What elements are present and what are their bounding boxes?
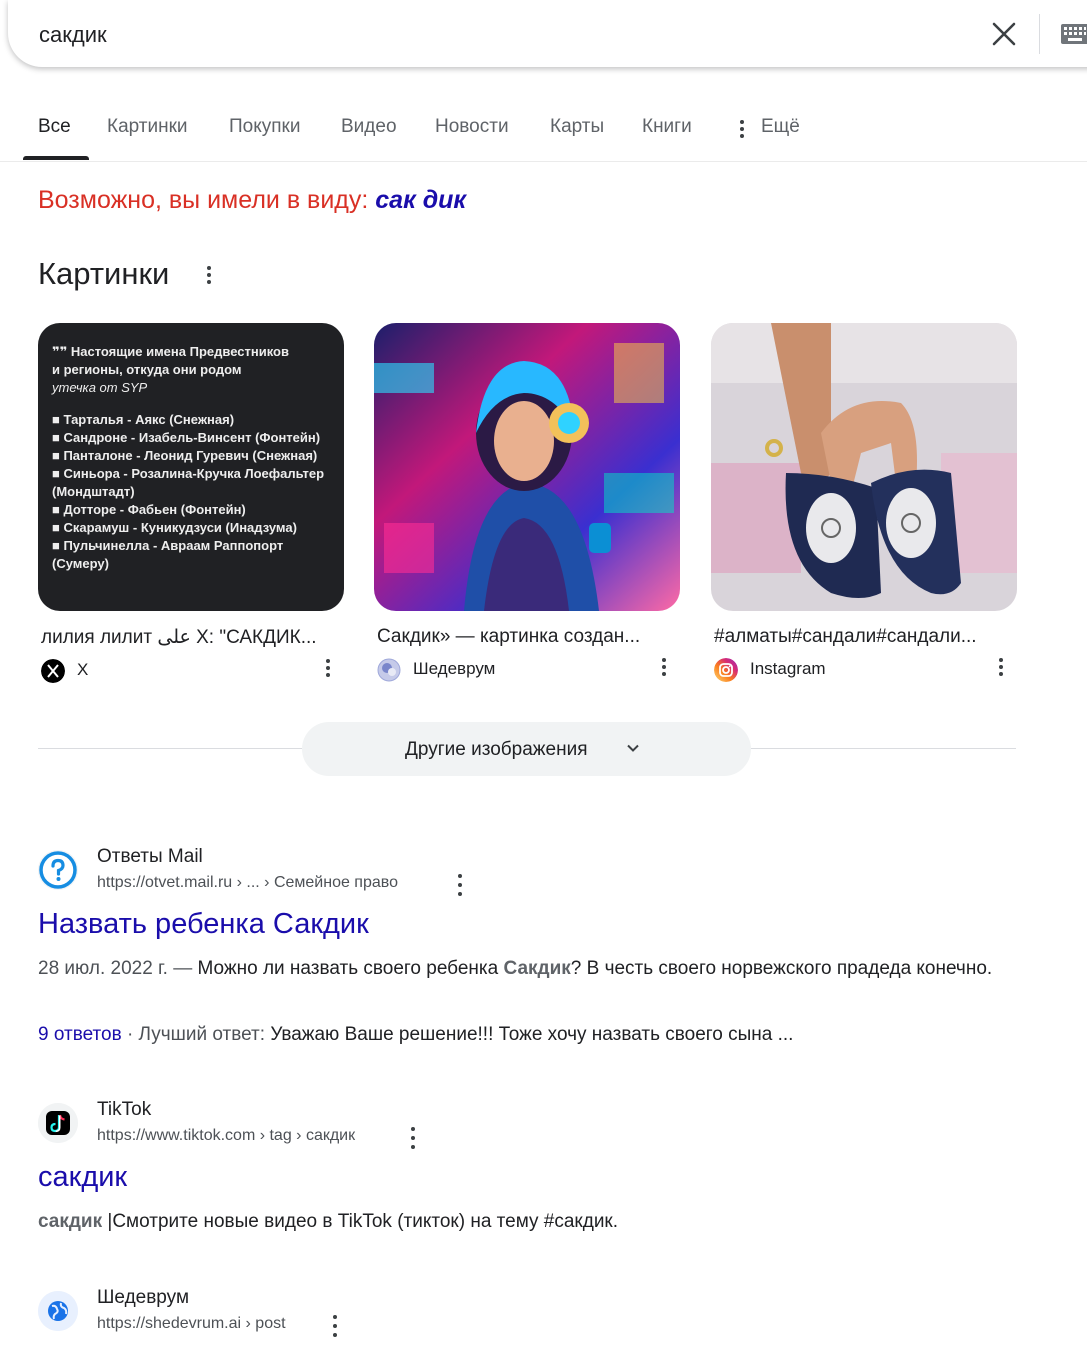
globe-icon	[38, 1291, 78, 1331]
result-url[interactable]: https://www.tiktok.com › tag › сакдик	[97, 1127, 355, 1145]
cyberpunk-girl-illustration	[374, 323, 680, 611]
images-heading: Картинки	[38, 256, 170, 291]
search-divider	[1039, 14, 1040, 54]
thumb-text-line: ■ Тарталья - Аякс (Снежная)	[52, 412, 235, 427]
source-label: Шедеврум	[413, 659, 496, 678]
more-vert-icon[interactable]	[409, 1127, 417, 1149]
active-tab-indicator	[23, 156, 89, 160]
instagram-logo-icon	[714, 658, 738, 682]
divider-left	[38, 748, 302, 749]
tiktok-logo-icon	[38, 1103, 78, 1143]
answers-link[interactable]: 9 ответов	[38, 1024, 122, 1045]
search-result: TikTok https://www.tiktok.com › tag › са…	[38, 1099, 1038, 1243]
tab-shopping[interactable]: Покупки	[229, 116, 300, 138]
search-result: Ответы Mail https://otvet.mail.ru › ... …	[38, 846, 1038, 1051]
result-title[interactable]: сакдик	[38, 1161, 127, 1194]
image-card-source: X	[38, 658, 344, 683]
chevron-down-icon	[627, 744, 639, 752]
divider-right	[751, 748, 1016, 749]
snippet-text: |Смотрите новые видео в TikTok (тикток) …	[102, 1211, 619, 1232]
result-site-name[interactable]: TikTok	[97, 1099, 151, 1121]
more-vert-icon[interactable]	[660, 658, 668, 676]
result-favicon	[38, 1291, 78, 1331]
result-url[interactable]: https://shedevrum.ai › post	[97, 1315, 286, 1333]
thumb-text-line: ■ Дотторе - Фабьен (Фонтейн)	[52, 502, 246, 517]
search-bar: сакдик	[8, 0, 1087, 67]
images-menu-icon[interactable]	[203, 266, 215, 284]
did-you-mean-prefix: Возможно, вы имели в виду:	[38, 186, 369, 214]
tab-video[interactable]: Видео	[341, 116, 397, 138]
result-site-name[interactable]: Шедеврум	[97, 1287, 189, 1309]
image-card-title[interactable]: #алматы#сандали#сандали...	[711, 626, 1010, 648]
tab-books[interactable]: Книги	[642, 116, 692, 138]
snippet-text: ? В честь своего норвежского прадеда кон…	[570, 958, 993, 979]
source-label: Instagram	[750, 659, 826, 678]
thumb-text-line: ■ Синьора - Розалина-Кручка Лоефальтер (…	[52, 466, 325, 499]
shedevrum-logo-icon	[377, 658, 401, 682]
tab-news[interactable]: Новости	[435, 116, 509, 138]
did-you-mean-suggestion[interactable]: сак дик	[375, 186, 466, 214]
tab-more[interactable]: Ещё	[761, 116, 800, 138]
result-answers: 9 ответов · Лучший ответ: Уважаю Ваше ре…	[38, 1018, 1028, 1051]
more-vert-icon	[740, 120, 744, 138]
image-card-source: Instagram	[711, 657, 1017, 682]
keyboard-icon	[1061, 24, 1087, 44]
result-favicon	[38, 1103, 78, 1143]
thumb-text-line: ■ Скарамуш - Куникудзуси (Инадзума)	[52, 520, 297, 535]
more-vert-icon[interactable]	[331, 1315, 339, 1337]
image-card-2: Сакдик» — картинка создан... Шедеврум	[374, 323, 680, 682]
tab-all[interactable]: Все	[38, 116, 71, 138]
image-card-3: #алматы#сандали#сандали... Instagram	[711, 323, 1017, 682]
snippet-text: Можно ли назвать своего ребенка	[197, 958, 504, 979]
image-card-1: ❞❞ Настоящие имена Предвестников и регио…	[38, 323, 344, 683]
best-answer-text: Уважаю Ваше решение!!! Тоже хочу назвать…	[270, 1024, 794, 1045]
snippet-bold: сакдик	[38, 1211, 103, 1232]
result-title[interactable]: Назвать ребенка Сакдик	[38, 908, 369, 941]
x-logo-icon	[41, 659, 65, 683]
result-snippet: 28 июл. 2022 г. — Можно ли назвать своег…	[38, 952, 1028, 985]
thumb-text-line: ■ Сандроне - Изабель-Винсент (Фонтейн)	[52, 430, 321, 445]
close-icon	[992, 22, 1016, 46]
image-card-title[interactable]: лилия лилит على X: "САКДИК...	[38, 626, 337, 649]
result-site-name[interactable]: Ответы Mail	[97, 846, 203, 868]
search-input[interactable]: сакдик	[39, 22, 107, 48]
more-vert-icon[interactable]	[997, 658, 1005, 676]
source-label: X	[77, 660, 89, 679]
question-mark-icon	[39, 851, 77, 889]
more-images-label: Другие изображения	[405, 739, 588, 760]
thumb-text-line: и регионы, откуда они родом	[52, 362, 242, 377]
image-thumbnail-3[interactable]	[711, 323, 1017, 611]
thumb-text-line: утечка от SYP	[52, 380, 148, 395]
more-images-button[interactable]: Другие изображения	[302, 722, 751, 776]
tab-maps[interactable]: Карты	[550, 116, 604, 138]
tab-images[interactable]: Картинки	[107, 116, 188, 138]
result-favicon	[38, 850, 78, 890]
search-result: Шедеврум https://shedevrum.ai › post	[38, 1287, 1038, 1345]
result-url[interactable]: https://otvet.mail.ru › ... › Семейное п…	[97, 874, 398, 892]
result-date: 28 июл. 2022 г. —	[38, 958, 198, 979]
image-card-title[interactable]: Сакдик» — картинка создан...	[374, 626, 673, 648]
keyboard-button[interactable]	[1060, 23, 1087, 45]
more-vert-icon[interactable]	[456, 874, 464, 896]
image-thumbnail-1[interactable]: ❞❞ Настоящие имена Предвестников и регио…	[38, 323, 344, 611]
image-card-source: Шедеврум	[374, 657, 680, 682]
thumb-text-line: ■ Панталоне - Леонид Гуревич (Снежная)	[52, 448, 318, 463]
clear-search-button[interactable]	[988, 18, 1020, 50]
thumb-text-line: ❞❞ Настоящие имена Предвестников	[52, 344, 289, 359]
image-thumbnail-2[interactable]	[374, 323, 680, 611]
result-snippet: сакдик |Смотрите новые видео в TikTok (т…	[38, 1205, 1028, 1238]
sandals-photo	[711, 323, 1017, 611]
more-vert-icon[interactable]	[324, 659, 332, 677]
best-answer-label: · Лучший ответ:	[121, 1024, 271, 1045]
snippet-bold: Сакдик	[503, 958, 571, 979]
thumb-text-line: ■ Пульчинелла - Авраам Раппопорт (Сумеру…	[52, 538, 284, 571]
search-tabs: Все Картинки Покупки Видео Новости Карты…	[0, 100, 1087, 162]
did-you-mean: Возможно, вы имели в виду: сак дик	[38, 186, 466, 215]
